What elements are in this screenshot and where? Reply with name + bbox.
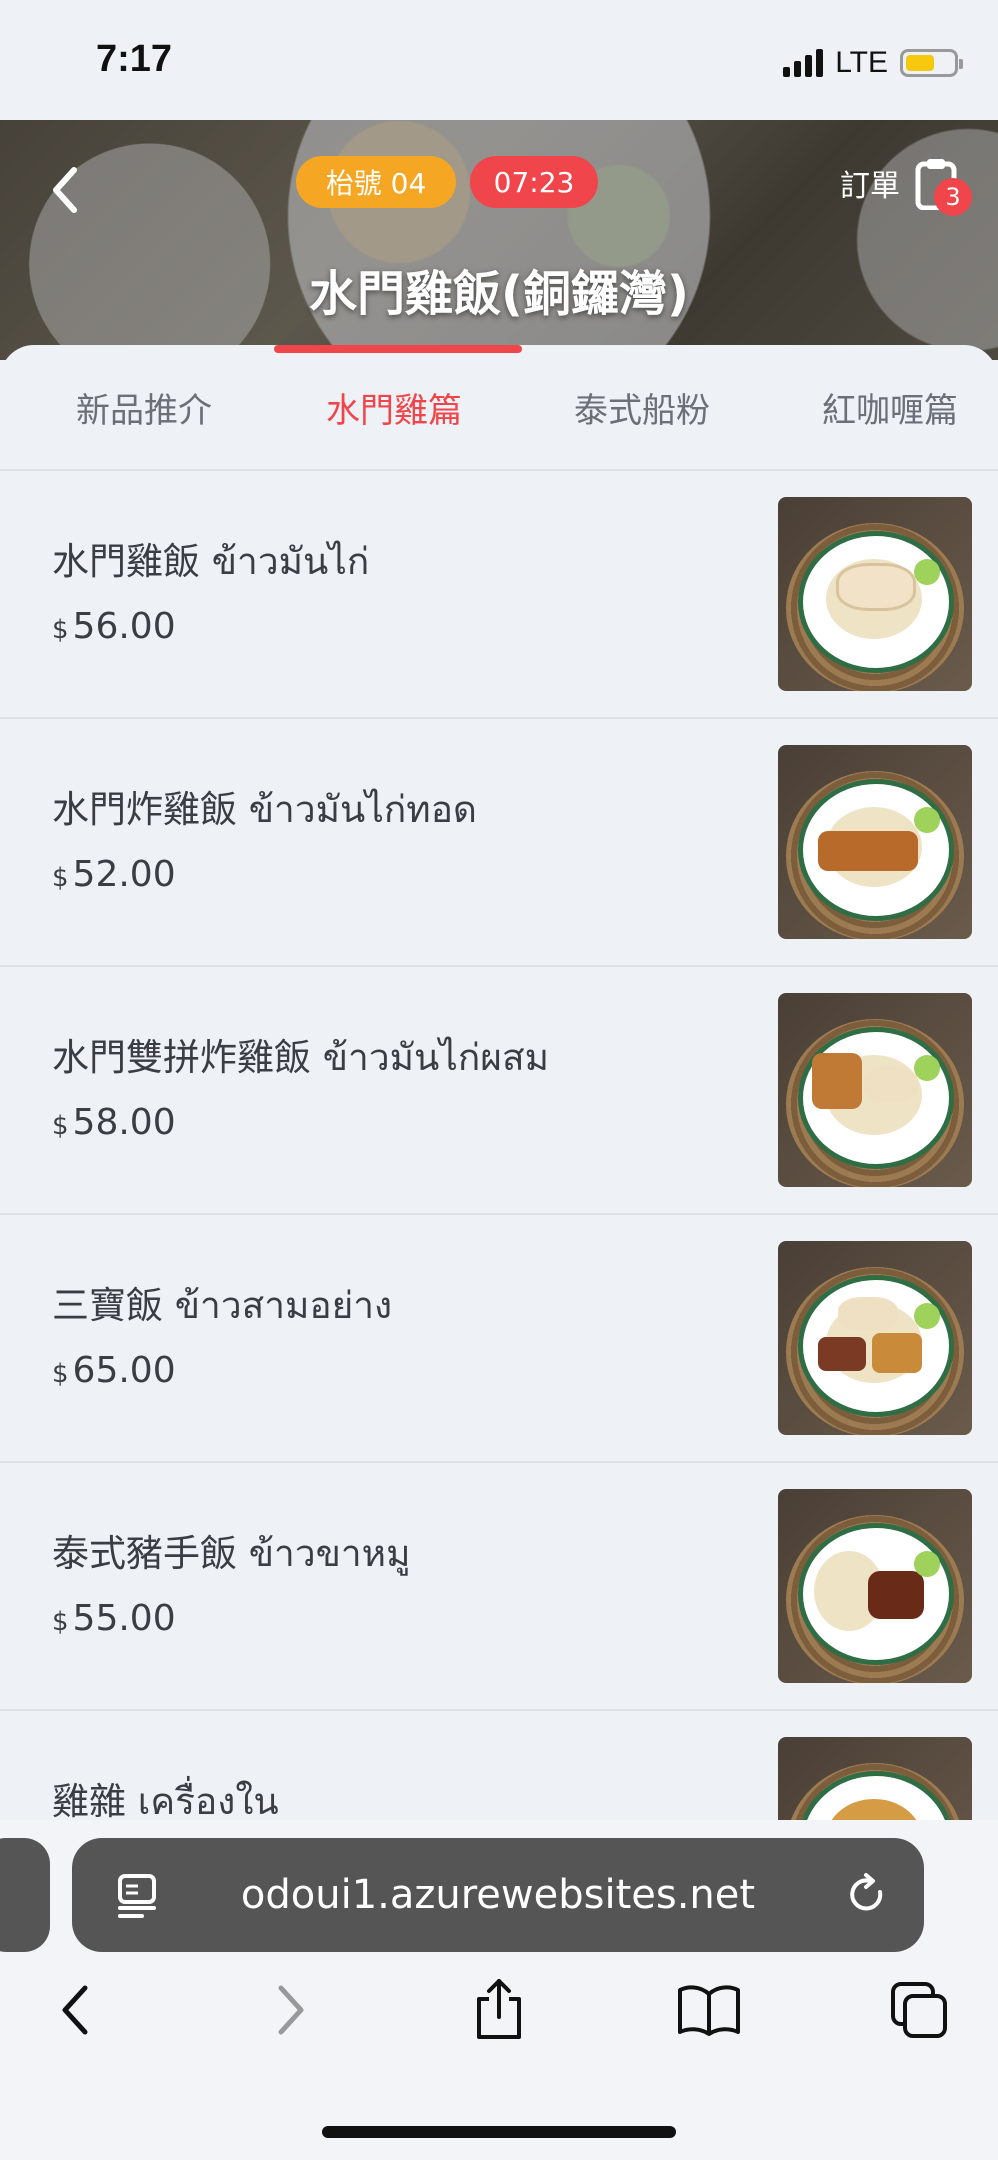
table-number-badge: 枱號 04: [296, 156, 456, 208]
share-icon[interactable]: [464, 1970, 534, 2050]
active-tab-indicator: [274, 345, 522, 353]
item-image: [778, 1489, 972, 1683]
menu-item[interactable]: 水門雙拼炸雞飯 ข้าวมันไก่ผสม $58.00: [0, 967, 998, 1215]
back-icon[interactable]: [46, 160, 86, 220]
item-image: [778, 1241, 972, 1435]
browser-toolbar: odoui1.azurewebsites.net: [0, 1820, 998, 2160]
tabs-icon[interactable]: [884, 1970, 954, 2050]
menu-list: 水門雞飯 ข้าวมันไก่ $56.00 水門炸雞飯 ข้าวมันไก่ท…: [0, 471, 998, 1820]
order-count-badge: 3: [934, 178, 972, 216]
signal-icon: [783, 49, 824, 77]
network-label: LTE: [835, 46, 888, 79]
item-image: [778, 1737, 972, 1820]
item-price: $56.00: [52, 606, 176, 647]
back-nav-icon[interactable]: [40, 1970, 110, 2050]
item-name: 水門雞飯 ข้าวมันไก่: [52, 540, 370, 583]
orders-button[interactable]: 訂單 3: [840, 156, 972, 216]
url-text: odoui1.azurewebsites.net: [240, 1872, 756, 1918]
timer-badge: 07:23: [470, 156, 598, 208]
reader-icon[interactable]: [116, 1872, 158, 1918]
item-name: 水門雙拼炸雞飯 ข้าวมันไก่ผสม: [52, 1036, 549, 1079]
menu-item[interactable]: 水門炸雞飯 ข้าวมันไก่ทอด $52.00: [0, 719, 998, 967]
tab-chicken[interactable]: 水門雞篇: [326, 383, 462, 432]
menu-item[interactable]: 水門雞飯 ข้าวมันไก่ $56.00: [0, 471, 998, 719]
menu-item[interactable]: 三寶飯 ข้าวสามอย่าง $65.00: [0, 1215, 998, 1463]
item-name: 泰式豬手飯 ข้าวขาหมู: [52, 1532, 411, 1575]
store-name: 水門雞飯(銅鑼灣): [309, 266, 689, 322]
status-icons: LTE: [783, 46, 963, 80]
status-bar: 7:17 LTE: [0, 0, 998, 120]
item-name: 三寶飯 ข้าวสามอย่าง: [52, 1284, 393, 1327]
item-name: 雞雜 เครื่องใน: [52, 1780, 279, 1820]
item-image: [778, 745, 972, 939]
item-name: 水門炸雞飯 ข้าวมันไก่ทอด: [52, 788, 477, 831]
item-image: [778, 497, 972, 691]
item-price: $55.00: [52, 1598, 176, 1639]
bookmarks-icon[interactable]: [674, 1970, 744, 2050]
forward-nav-icon[interactable]: [256, 1970, 326, 2050]
home-indicator: [322, 2126, 676, 2138]
menu-item[interactable]: 雞雜 เครื่องใน: [0, 1711, 998, 1820]
item-price: $65.00: [52, 1350, 176, 1391]
reload-icon[interactable]: [844, 1872, 890, 1918]
tab-boat-noodles[interactable]: 泰式船粉: [574, 383, 710, 432]
battery-icon: [900, 49, 963, 77]
tab-red-curry[interactable]: 紅咖喱篇: [822, 383, 958, 432]
previous-tab-preview[interactable]: [0, 1838, 50, 1952]
menu-item[interactable]: 泰式豬手飯 ข้าวขาหมู $55.00: [0, 1463, 998, 1711]
status-time: 7:17: [96, 38, 173, 80]
tab-new[interactable]: 新品推介: [76, 383, 212, 432]
address-bar[interactable]: odoui1.azurewebsites.net: [72, 1838, 924, 1952]
store-header: 枱號 04 07:23 訂單 3 水門雞飯(銅鑼灣): [0, 120, 998, 360]
item-price: $58.00: [52, 1102, 176, 1143]
item-image: [778, 993, 972, 1187]
clipboard-icon: 3: [914, 156, 972, 216]
item-price: $52.00: [52, 854, 176, 895]
category-tabs: 新品推介 水門雞篇 泰式船粉 紅咖喱篇: [0, 345, 998, 471]
orders-label: 訂單: [840, 169, 900, 204]
